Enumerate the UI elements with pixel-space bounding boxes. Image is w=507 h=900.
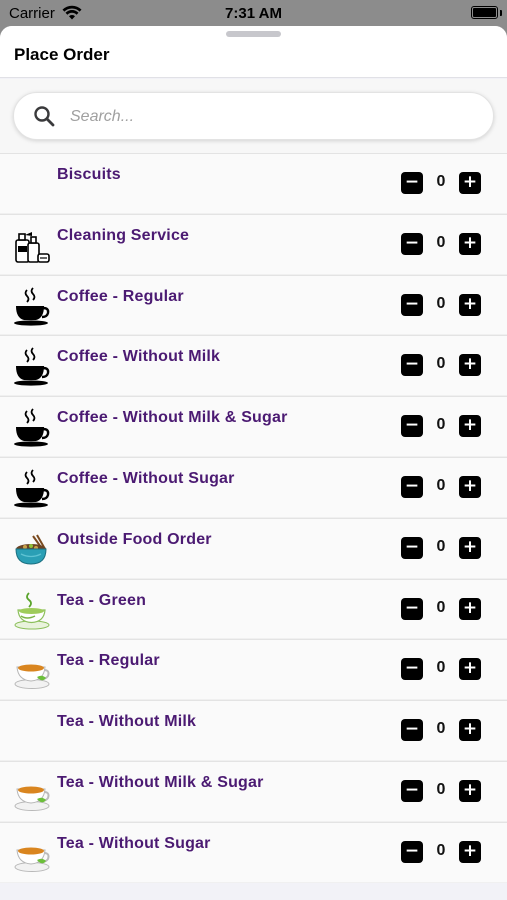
quantity-value: 0 — [436, 233, 446, 251]
quantity-stepper: −0 + — [401, 415, 481, 438]
item-label: Outside Food Order — [57, 530, 212, 548]
search-container — [0, 79, 507, 153]
list-item[interactable]: Tea - Green −0 + — [0, 578, 507, 640]
tea-cup-icon — [13, 651, 51, 691]
quantity-stepper: −0 + — [401, 475, 481, 498]
decrement-button[interactable]: − — [401, 293, 423, 316]
order-sheet: Place Order Biscuits−0+ Cleaning Service… — [0, 26, 507, 900]
item-label: Tea - Without Sugar — [57, 834, 211, 852]
item-label: Biscuits — [57, 166, 121, 183]
coffee-cup-icon — [13, 408, 51, 448]
increment-button[interactable]: + — [459, 232, 481, 255]
quantity-stepper: −0 + — [401, 840, 481, 863]
increment-button[interactable]: + — [459, 658, 481, 681]
search-input[interactable] — [70, 105, 470, 129]
list-item[interactable]: Coffee - Without Sugar −0 + — [0, 456, 507, 518]
battery-icon — [471, 6, 498, 19]
decrement-button[interactable]: − — [401, 597, 423, 620]
coffee-cup-icon — [13, 286, 51, 327]
increment-button[interactable]: + — [459, 354, 481, 377]
tea-cup-icon — [13, 773, 51, 813]
increment-button[interactable]: + — [459, 293, 481, 316]
list-item[interactable]: Outside Food Order −0 + — [0, 517, 507, 579]
quantity-value: 0 — [436, 537, 446, 555]
quantity-value: 0 — [436, 476, 446, 494]
item-label: Tea - Green — [57, 591, 147, 609]
list-item[interactable]: Coffee - Without Milk −0 + — [0, 335, 507, 397]
status-bar: Carrier 7:31 AM — [0, 0, 507, 26]
item-list: Biscuits −0 + Cleaning Service −0 + Coffee -… — [0, 153, 507, 883]
quantity-stepper: −0 + — [401, 597, 481, 620]
increment-button[interactable]: + — [459, 779, 481, 802]
quantity-value: 0 — [436, 659, 446, 677]
item-label: Coffee - Without Milk & Sugar — [57, 409, 288, 427]
item-label: Coffee - Without Milk — [57, 348, 221, 366]
clock-time: 7:31 AM — [225, 5, 282, 22]
quantity-value: 0 — [436, 841, 446, 859]
coffee-cup-icon — [13, 347, 51, 387]
quantity-value: 0 — [436, 294, 446, 312]
list-item[interactable]: Cleaning Service −0 + — [0, 213, 507, 275]
decrement-button[interactable]: − — [401, 658, 423, 681]
list-item[interactable]: Tea - Without Milk −0 + — [0, 700, 507, 761]
cleaning-supplies-icon — [13, 226, 51, 266]
list-item[interactable]: Tea - Without Milk & Sugar −0 + — [0, 760, 507, 822]
quantity-stepper: −0 + — [401, 354, 481, 377]
page-title: Place Order — [14, 45, 110, 64]
quantity-stepper: −0 + — [401, 719, 481, 742]
quantity-stepper: −0 + — [401, 779, 481, 802]
item-label: Cleaning Service — [57, 226, 190, 244]
decrement-button[interactable]: − — [401, 475, 423, 498]
item-label: Coffee - Without Sugar — [57, 469, 235, 487]
increment-button[interactable]: + — [459, 840, 481, 863]
quantity-value: 0 — [436, 355, 446, 373]
food-bowl-icon — [13, 530, 51, 570]
battery-tip — [500, 10, 502, 16]
coffee-cup-icon — [13, 469, 51, 509]
list-item[interactable]: Biscuits −0 + — [0, 153, 507, 214]
quantity-value: 0 — [436, 598, 446, 616]
quantity-stepper: −0 + — [401, 536, 481, 559]
list-item[interactable]: Tea - Without Sugar −0 + — [0, 821, 507, 883]
increment-button[interactable]: + — [459, 536, 481, 559]
sheet-grabber[interactable] — [226, 31, 281, 37]
quantity-stepper: −0 + — [401, 293, 481, 316]
item-label: Tea - Without Milk — [57, 713, 197, 731]
decrement-button[interactable]: − — [401, 840, 423, 863]
quantity-value: 0 — [436, 416, 446, 434]
decrement-button[interactable]: − — [401, 354, 423, 377]
quantity-value: 0 — [436, 780, 446, 798]
search-icon — [34, 106, 55, 127]
quantity-stepper: −0 + — [401, 658, 481, 681]
decrement-button[interactable]: − — [401, 779, 423, 802]
green-tea-icon — [13, 591, 51, 631]
item-label: Tea - Regular — [57, 652, 160, 670]
item-label: Tea - Without Milk & Sugar — [57, 773, 264, 791]
quantity-value: 0 — [436, 720, 446, 738]
increment-button[interactable]: + — [459, 719, 481, 742]
list-item[interactable]: Tea - Regular −0 + — [0, 639, 507, 701]
quantity-value: 0 — [436, 173, 446, 190]
search-bar[interactable] — [13, 92, 494, 140]
increment-button[interactable]: + — [459, 172, 481, 194]
item-label: Coffee - Regular — [57, 287, 184, 305]
increment-button[interactable]: + — [459, 415, 481, 438]
increment-button[interactable]: + — [459, 597, 481, 620]
decrement-button[interactable]: − — [401, 172, 423, 194]
quantity-stepper: −0 + — [401, 232, 481, 255]
list-item[interactable]: Coffee - Without Milk & Sugar −0 + — [0, 396, 507, 457]
increment-button[interactable]: + — [459, 475, 481, 498]
decrement-button[interactable]: − — [401, 719, 423, 742]
sheet-header: Place Order — [0, 26, 507, 78]
decrement-button[interactable]: − — [401, 415, 423, 438]
tea-cup-icon — [13, 834, 51, 874]
decrement-button[interactable]: − — [401, 232, 423, 255]
decrement-button[interactable]: − — [401, 536, 423, 559]
quantity-stepper: −0 + — [401, 172, 481, 194]
list-item[interactable]: Coffee - Regular −0 + — [0, 274, 507, 336]
